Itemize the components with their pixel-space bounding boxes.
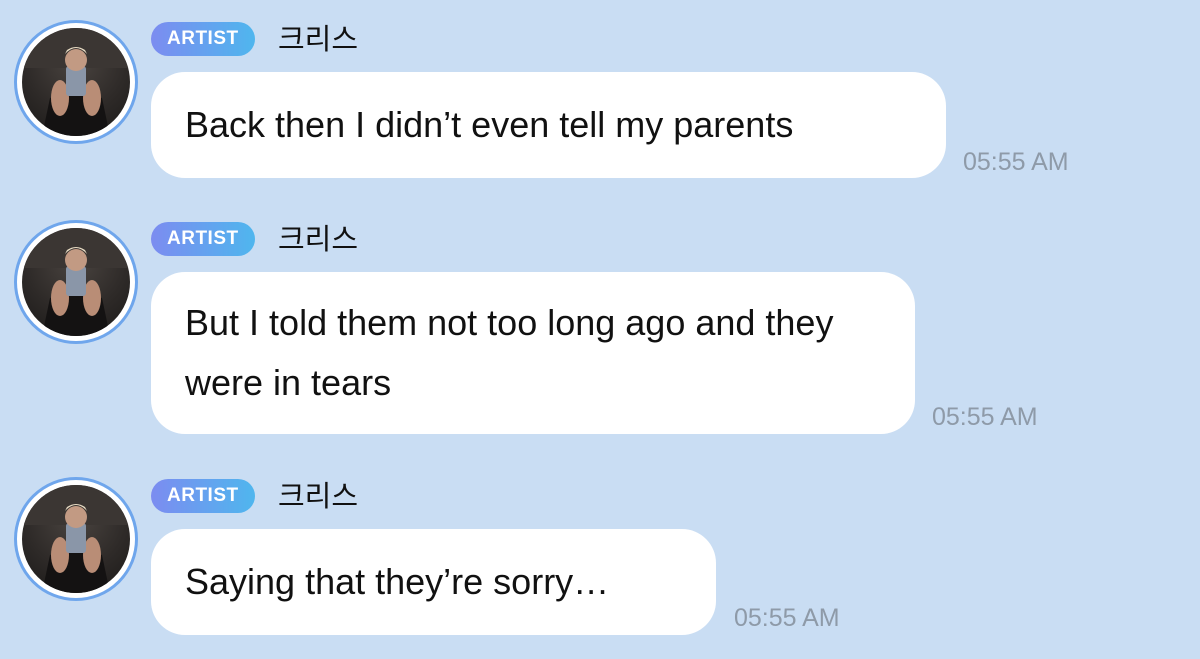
message-text: Back then I didn’t even tell my parents	[185, 104, 794, 145]
message-bubble[interactable]: But I told them not too long ago and the…	[151, 272, 915, 434]
message-row: ARTIST 크리스 But I told them not too long …	[0, 220, 1200, 440]
timestamp: 05:55 AM	[932, 403, 1038, 431]
avatar-photo	[22, 228, 130, 336]
message-bubble[interactable]: Back then I didn’t even tell my parents	[151, 72, 946, 178]
timestamp: 05:55 AM	[734, 604, 840, 632]
avatar-photo	[22, 28, 130, 136]
message-text: But I told them not too long ago and the…	[185, 302, 834, 403]
avatar[interactable]	[14, 20, 138, 144]
artist-badge: ARTIST	[151, 22, 255, 56]
sender-name: 크리스	[278, 479, 359, 513]
artist-badge: ARTIST	[151, 479, 255, 513]
artist-badge: ARTIST	[151, 222, 255, 256]
avatar[interactable]	[14, 477, 138, 601]
avatar-photo	[22, 485, 130, 593]
timestamp: 05:55 AM	[963, 148, 1069, 176]
message-row: ARTIST 크리스 Back then I didn’t even tell …	[0, 20, 1200, 190]
message-row: ARTIST 크리스 Saying that they’re sorry… 05…	[0, 477, 1200, 647]
message-text: Saying that they’re sorry…	[185, 561, 610, 602]
message-bubble[interactable]: Saying that they’re sorry…	[151, 529, 716, 635]
sender-name: 크리스	[278, 22, 359, 56]
chat-screen: { "messages": [ { "badge": "ARTIST", "se…	[0, 0, 1200, 659]
avatar[interactable]	[14, 220, 138, 344]
sender-name: 크리스	[278, 222, 359, 256]
